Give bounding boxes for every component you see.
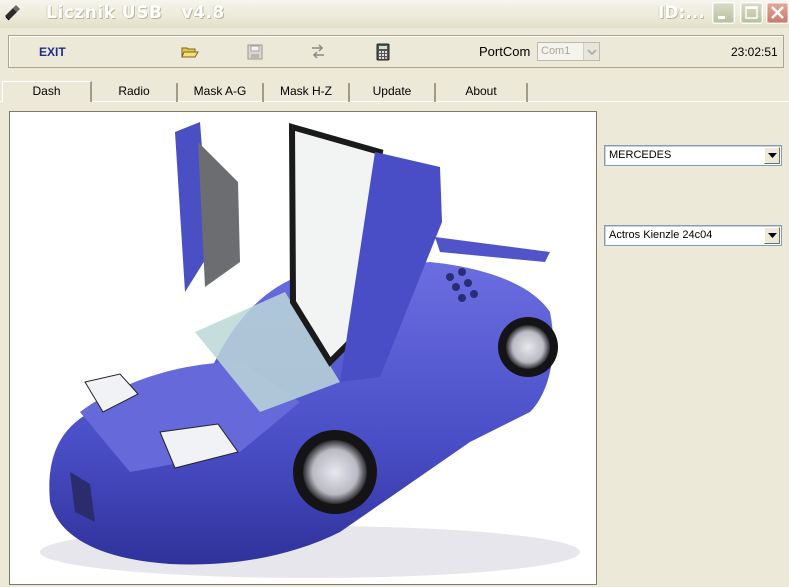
swap-icon[interactable] bbox=[309, 43, 327, 61]
car-picture bbox=[9, 111, 597, 585]
model-select[interactable]: Actros Kienzle 24c04 bbox=[604, 225, 782, 246]
brand-select[interactable]: MERCEDES bbox=[604, 145, 782, 166]
save-icon[interactable] bbox=[246, 43, 264, 61]
portcom-label: PortCom bbox=[479, 44, 531, 59]
close-button[interactable] bbox=[766, 2, 789, 24]
maximize-button[interactable] bbox=[740, 2, 763, 24]
device-id-label: ID:... bbox=[658, 3, 705, 23]
window-title: Licznik USB v4.8 bbox=[46, 3, 225, 23]
tab-dash[interactable]: Dash bbox=[2, 81, 92, 102]
brand-select-value: MERCEDES bbox=[609, 149, 672, 161]
chevron-down-icon bbox=[583, 43, 599, 60]
chevron-down-icon bbox=[764, 227, 780, 244]
portcom-select[interactable]: Com1 bbox=[537, 42, 600, 61]
tab-mask-h-z[interactable]: Mask H-Z bbox=[264, 83, 350, 102]
tab-update[interactable]: Update bbox=[350, 83, 436, 102]
open-folder-icon[interactable] bbox=[181, 43, 199, 61]
exit-button[interactable]: EXIT bbox=[39, 45, 66, 59]
chevron-down-icon bbox=[764, 147, 780, 164]
car-image bbox=[40, 122, 580, 578]
app-icon bbox=[5, 5, 20, 21]
clock: 23:02:51 bbox=[731, 45, 778, 59]
maximize-icon bbox=[745, 6, 758, 19]
toolbar: EXIT PortCom Com1 23:02:51 bbox=[8, 35, 784, 68]
calculator-icon[interactable] bbox=[374, 43, 392, 61]
portcom-value: Com1 bbox=[541, 45, 571, 57]
tab-about[interactable]: About bbox=[436, 83, 528, 102]
minimize-button[interactable] bbox=[712, 2, 735, 24]
minimize-icon bbox=[718, 16, 725, 19]
title-bar: Licznik USB v4.8 ID:... bbox=[0, 0, 789, 28]
model-select-value: Actros Kienzle 24c04 bbox=[609, 229, 713, 241]
close-icon bbox=[771, 6, 784, 19]
tab-mask-a-g[interactable]: Mask A-G bbox=[178, 83, 264, 102]
tab-radio[interactable]: Radio bbox=[92, 83, 178, 102]
